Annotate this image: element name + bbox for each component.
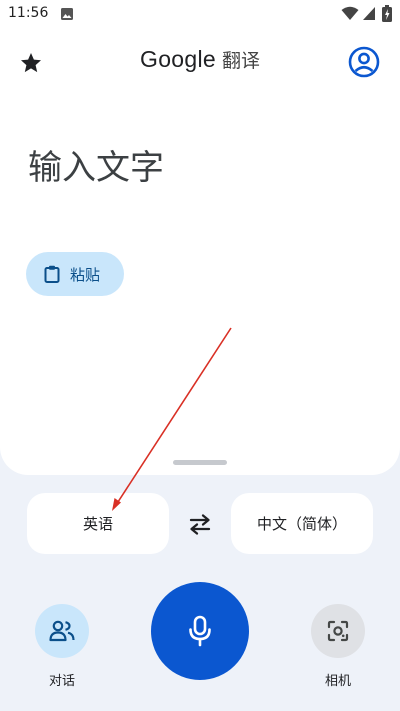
drag-handle[interactable] <box>173 460 227 465</box>
wifi-icon <box>341 6 359 20</box>
battery-icon <box>382 5 392 22</box>
swap-languages-icon[interactable] <box>187 512 213 536</box>
camera-label: 相机 <box>324 674 351 689</box>
paste-button[interactable]: 粘贴 <box>26 252 124 296</box>
paste-button-label: 粘贴 <box>70 265 101 284</box>
account-avatar-icon[interactable] <box>348 46 380 78</box>
source-language-button[interactable]: 英语 <box>27 493 169 554</box>
translation-input-field[interactable]: 输入文字 <box>28 140 164 189</box>
microphone-icon <box>189 615 211 647</box>
app-name: 翻译 <box>221 50 260 72</box>
app-title: Google 翻译 <box>0 46 400 73</box>
voice-input-button[interactable] <box>151 582 249 680</box>
clipboard-icon <box>44 265 60 283</box>
conversation-people-icon <box>49 620 75 642</box>
google-logo-text: Google <box>140 46 216 72</box>
conversation-label: 对话 <box>48 674 75 689</box>
conversation-button[interactable] <box>35 604 89 658</box>
image-notification-icon <box>61 8 73 20</box>
cell-signal-icon <box>363 7 375 20</box>
target-language-label: 中文（简体） <box>256 515 347 533</box>
status-time: 11:56 <box>8 5 49 21</box>
status-bar: 11:56 <box>0 0 400 28</box>
source-language-label: 英语 <box>82 515 113 533</box>
camera-button[interactable] <box>311 604 365 658</box>
lens-camera-icon <box>327 620 349 642</box>
target-language-button[interactable]: 中文（简体） <box>231 493 373 554</box>
